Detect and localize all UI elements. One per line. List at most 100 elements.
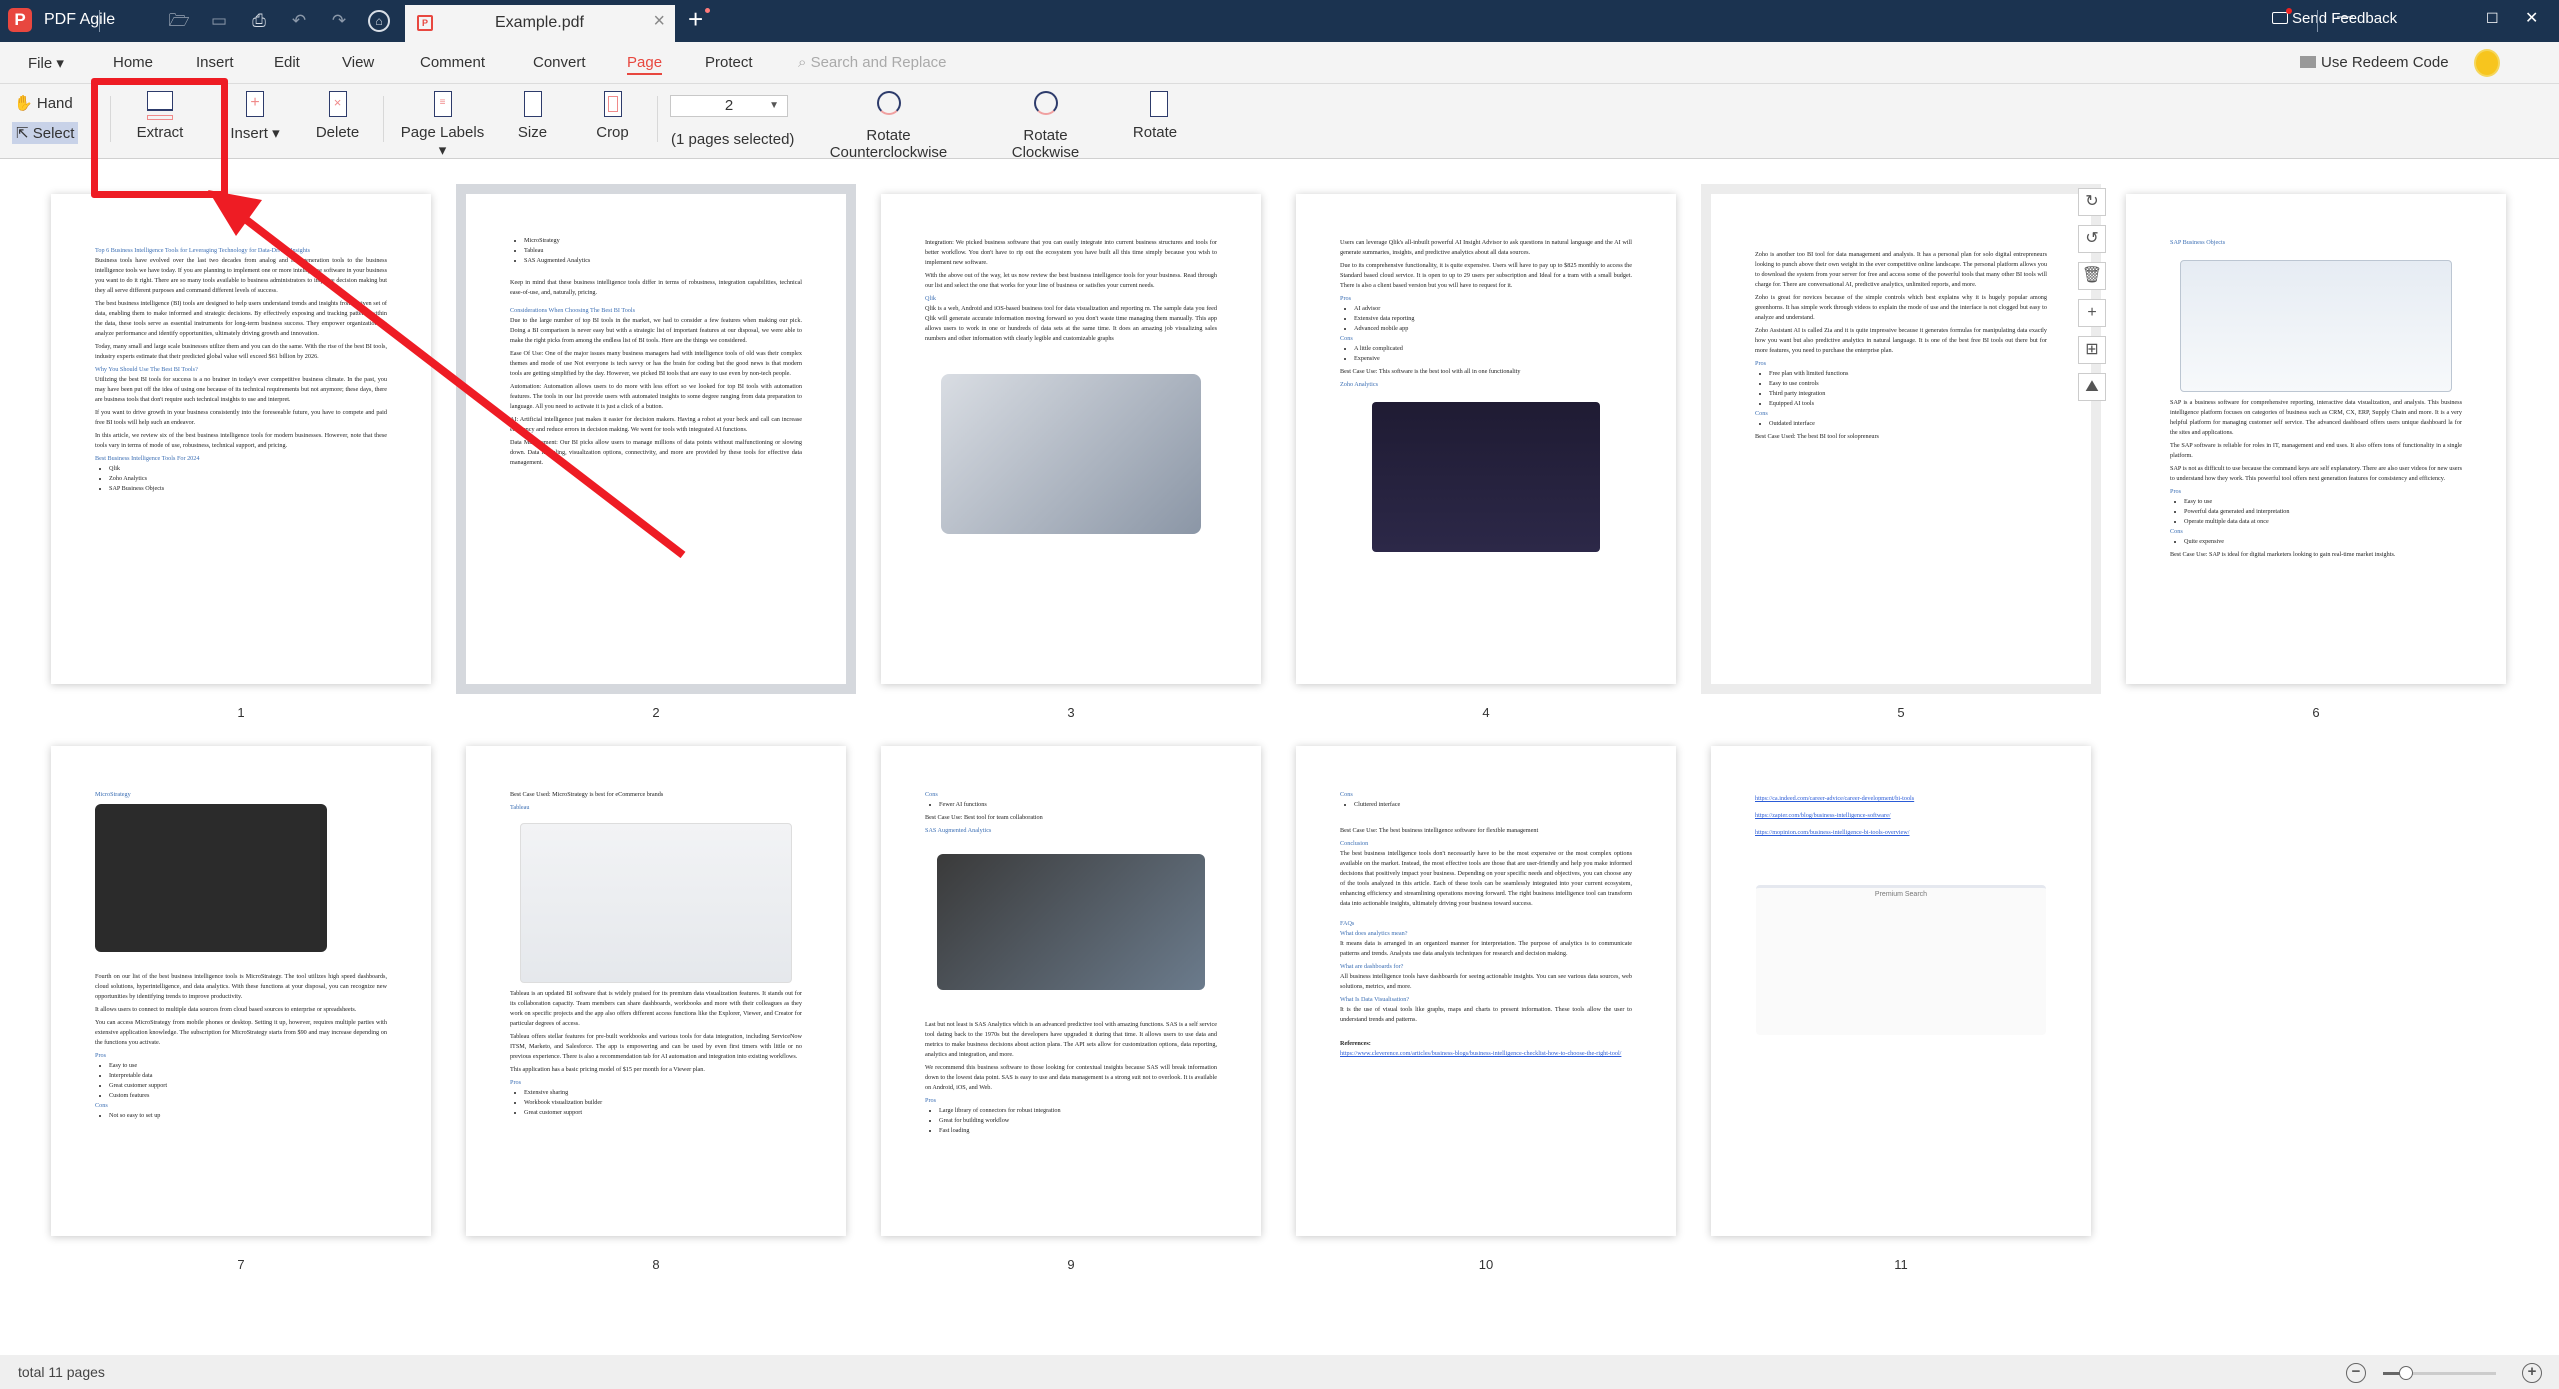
page-labels-button[interactable]: ≡ Page Labels ▾ — [395, 88, 490, 159]
list-item: Third party integration — [1769, 389, 2047, 399]
cons-list: A little complicatedExpensive — [1354, 344, 1632, 364]
menu-edit[interactable]: Edit — [274, 54, 300, 71]
page-paragraph: We recommend this business software to t… — [925, 1064, 1217, 1091]
redo-icon[interactable]: ↷ — [328, 10, 350, 32]
rotate-label: Rotate — [1132, 124, 1178, 141]
close-window-button[interactable]: ✕ — [2525, 8, 2538, 28]
reference-link[interactable]: https://ca.indeed.com/career-advice/care… — [1755, 795, 1914, 802]
rotate-ccw-icon[interactable]: ↺ — [2078, 225, 2106, 253]
plus-icon[interactable]: + — [2078, 299, 2106, 327]
insert-page-icon: + — [220, 88, 290, 120]
redeem-code-button[interactable]: Use Redeem Code — [2300, 54, 2449, 71]
rotate-cw-label: Rotate Clockwise — [1011, 127, 1080, 161]
page-thumbnail-grid[interactable]: Top 6 Business Intelligence Tools for Le… — [0, 160, 2559, 1355]
reference-link[interactable]: https://zapier.com/blog/business-intelli… — [1755, 812, 1891, 819]
page-heading: Zoho Analytics — [1340, 381, 1378, 388]
rotate-cw-icon[interactable]: ↻ — [2078, 188, 2106, 216]
open-folder-icon[interactable]: 🗁 — [168, 10, 190, 32]
page-content: SAP Business Objects SAP is a business s… — [2170, 238, 2462, 560]
page-paragraph: Due to its comprehensive functionality, … — [1340, 262, 1632, 289]
menu-file[interactable]: File ▾ — [28, 54, 64, 72]
hand-tool[interactable]: ✋ Hand — [14, 94, 73, 112]
page-number-label: 4 — [1482, 705, 1490, 720]
home-icon[interactable]: ⌂ — [368, 10, 390, 32]
list-item: Fast loading — [939, 1126, 1217, 1136]
pros-label: Pros — [2170, 488, 2182, 495]
total-pages-text: total 11 pages — [18, 1364, 105, 1380]
page-thumbnail-4[interactable]: Users can leverage Qlik's all-inbuilt po… — [1296, 194, 1676, 684]
page-number-label: 11 — [1894, 1257, 1908, 1272]
rotate-counterclockwise-button[interactable]: Rotate Counterclockwise — [806, 88, 971, 161]
page-thumbnail-5[interactable]: Zoho is another too BI tool for data man… — [1701, 184, 2101, 694]
page-thumbnail-1[interactable]: Top 6 Business Intelligence Tools for Le… — [51, 194, 431, 684]
menu-convert[interactable]: Convert — [533, 54, 586, 71]
user-avatar[interactable] — [2474, 49, 2500, 77]
rotate-page-icon — [1130, 88, 1180, 120]
page-thumbnail-11[interactable]: https://ca.indeed.com/career-advice/care… — [1711, 746, 2091, 1236]
zoom-slider-handle[interactable] — [2398, 1366, 2413, 1380]
insert-page-icon[interactable]: ⊞ — [2078, 336, 2106, 364]
crop-button[interactable]: Crop — [590, 88, 635, 141]
page-paragraph: Last but not least is SAS Analytics whic… — [925, 1021, 1217, 1058]
page-thumbnail-8[interactable]: Best Case Used: MicroStrategy is best fo… — [466, 746, 846, 1236]
page-paragraph: Tableau is an updated BI software that i… — [510, 990, 802, 1027]
select-tool[interactable]: ⇱ Select — [12, 122, 79, 144]
list-item: AI advisor — [1354, 304, 1632, 314]
print-icon[interactable]: ⎙ — [248, 10, 270, 32]
list-item: SAP Business Objects — [109, 484, 387, 494]
delete-pages-button[interactable]: × Delete — [305, 88, 370, 141]
page-paragraph: It allows users to connect to multiple d… — [95, 1006, 357, 1013]
rotate-clockwise-button[interactable]: Rotate Clockwise — [988, 88, 1103, 161]
sap-dashboard-image — [2180, 260, 2452, 392]
page-thumbnail-7[interactable]: MicroStrategy Fourth on our list of the … — [51, 746, 431, 1236]
page-number-select[interactable]: 2 ▼ — [670, 95, 788, 117]
minimize-button[interactable]: — — [2337, 8, 2353, 26]
trash-icon[interactable]: 🗑 — [2078, 262, 2106, 290]
menu-view[interactable]: View — [342, 54, 374, 71]
menu-page[interactable]: Page — [627, 54, 663, 75]
insert-image-icon[interactable]: ⛰ — [2078, 373, 2106, 401]
zoom-slider[interactable] — [2383, 1366, 2496, 1380]
save-icon[interactable]: ▭ — [208, 10, 230, 32]
new-tab-button[interactable]: + — [688, 4, 710, 35]
insert-pages-button[interactable]: + Insert ▾ — [220, 88, 290, 142]
page-paragraph: Due to the large number of top BI tools … — [510, 317, 802, 344]
best-case-text: Best Case Use: This software is the best… — [1340, 368, 1521, 375]
menu-comment[interactable]: Comment — [420, 54, 485, 71]
insert-label: Insert ▾ — [230, 125, 280, 142]
menu-protect[interactable]: Protect — [705, 54, 753, 71]
reference-link[interactable]: https://mopinion.com/business-intelligen… — [1755, 829, 1910, 836]
page-thumbnail-2[interactable]: MicroStrategyTableauSAS Augmented Analyt… — [456, 184, 856, 694]
list-item: Expensive — [1354, 354, 1632, 364]
document-tab[interactable]: P Example.pdf × — [405, 5, 675, 42]
maximize-button[interactable]: ☐ — [2486, 10, 2499, 27]
app-logo-icon: P — [8, 8, 32, 32]
zoom-out-button[interactable]: − — [2346, 1363, 2366, 1383]
redeem-label: Use Redeem Code — [2321, 54, 2449, 71]
pages-selected-text: (1 pages selected) — [671, 131, 795, 148]
zoho-dashboard-image — [1372, 402, 1600, 552]
menu-home[interactable]: Home — [113, 54, 153, 71]
page-content: Integration: We picked business software… — [925, 238, 1217, 540]
faq-question: What are dashboards for? — [1340, 963, 1404, 970]
faq-answer: It is the use of visual tools like graph… — [1340, 1006, 1632, 1023]
page-thumbnail-10[interactable]: Cons Cluttered interface Best Case Use: … — [1296, 746, 1676, 1236]
page-thumbnail-9[interactable]: Cons Fewer AI functions Best Case Use: B… — [881, 746, 1261, 1236]
size-button[interactable]: Size — [510, 88, 555, 141]
zoom-in-button[interactable]: + — [2522, 1363, 2542, 1383]
page-thumbnail-6[interactable]: SAP Business Objects SAP is a business s… — [2126, 194, 2506, 684]
page-thumbnail-3[interactable]: Integration: We picked business software… — [881, 194, 1261, 684]
undo-icon[interactable]: ↶ — [288, 10, 310, 32]
list-item: Qlik — [109, 464, 387, 474]
rotate-button[interactable]: Rotate — [1130, 88, 1180, 141]
toolbar-divider — [383, 96, 384, 142]
list-item: Operate multiple data data at once — [2184, 517, 2462, 527]
reference-link[interactable]: https://www.cleverence.com/articles/busi… — [1340, 1050, 1621, 1057]
list-item: Not so easy to set up — [109, 1111, 387, 1121]
close-tab-icon[interactable]: × — [653, 10, 665, 33]
search-and-replace[interactable]: ⌕ Search and Replace — [798, 54, 947, 71]
page-heading: Considerations When Choosing The Best BI… — [510, 307, 636, 314]
send-feedback-button[interactable]: Send Feedback — [2272, 8, 2397, 27]
menu-insert[interactable]: Insert — [196, 54, 234, 71]
delete-page-icon: × — [305, 88, 370, 120]
